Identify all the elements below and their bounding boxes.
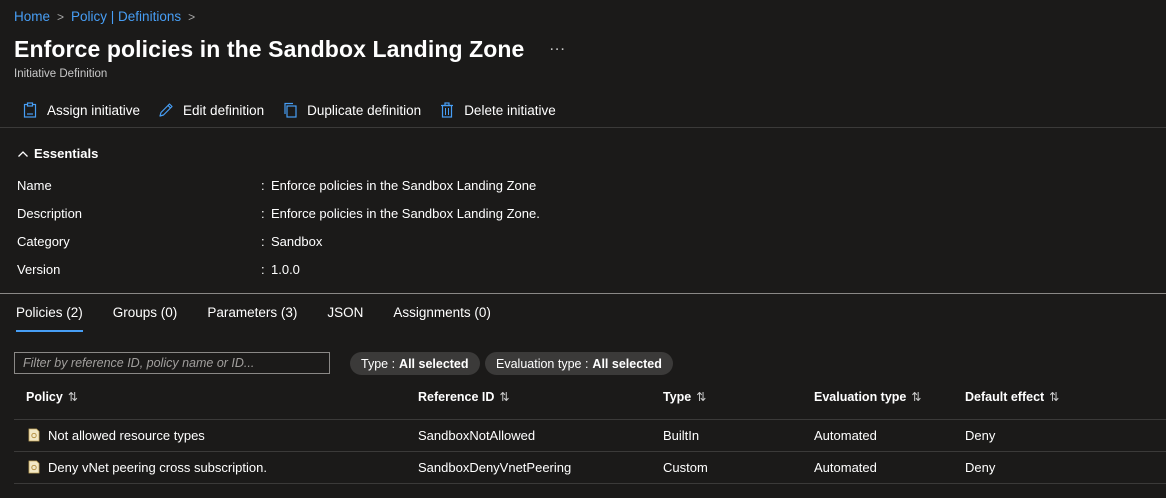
tab-bar: Policies (2) Groups (0) Parameters (3) J… [16, 305, 521, 332]
breadcrumb-separator-icon: > [188, 9, 196, 24]
column-header-label: Type [663, 390, 692, 404]
essentials-value: Enforce policies in the Sandbox Landing … [271, 206, 540, 221]
policy-link[interactable]: Not allowed resource types [48, 428, 205, 443]
evaluation-type-filter-value: All selected [592, 356, 662, 371]
essentials-value: 1.0.0 [271, 262, 300, 277]
breadcrumb-home-link[interactable]: Home [14, 9, 50, 24]
column-header-label: Policy [26, 390, 63, 404]
tab-assignments[interactable]: Assignments (0) [393, 305, 491, 331]
tab-parameters[interactable]: Parameters (3) [207, 305, 297, 331]
evaluation-type-filter-pill[interactable]: Evaluation type : All selected [485, 352, 673, 375]
default-effect-cell: Deny [965, 428, 996, 443]
essentials-label: Category [17, 234, 70, 249]
column-header-type[interactable]: Type ⇅ [663, 390, 706, 404]
clipboard-icon [21, 101, 39, 119]
sort-icon: ⇅ [911, 390, 922, 404]
tab-policies[interactable]: Policies (2) [16, 305, 83, 332]
sort-icon: ⇅ [67, 390, 78, 404]
column-header-policy[interactable]: Policy ⇅ [26, 390, 78, 404]
default-effect-cell: Deny [965, 460, 996, 475]
breadcrumb-separator-icon: > [57, 9, 65, 24]
trash-icon [438, 101, 456, 119]
evaluation-type-cell: Automated [814, 428, 877, 443]
reference-id-cell: SandboxDenyVnetPeering [418, 460, 572, 475]
essentials-colon: : [261, 178, 265, 193]
essentials-title: Essentials [34, 146, 99, 161]
pencil-icon [157, 101, 175, 119]
essentials-toggle[interactable]: Essentials [17, 146, 98, 161]
essentials-colon: : [261, 234, 265, 249]
copy-icon [281, 101, 299, 119]
evaluation-type-cell: Automated [814, 460, 877, 475]
essentials-colon: : [261, 262, 265, 277]
tab-json[interactable]: JSON [327, 305, 363, 331]
sort-icon: ⇅ [1049, 390, 1060, 404]
column-header-label: Reference ID [418, 390, 495, 404]
type-cell: Custom [663, 460, 708, 475]
type-filter-value: All selected [399, 356, 469, 371]
essentials-label: Description [17, 206, 83, 221]
duplicate-definition-button[interactable]: Duplicate definition [281, 101, 421, 119]
page-title: Enforce policies in the Sandbox Landing … [14, 36, 525, 62]
essentials-value: Sandbox [271, 234, 323, 249]
type-cell: BuiltIn [663, 428, 700, 443]
title-row: Enforce policies in the Sandbox Landing … [14, 36, 566, 63]
edit-definition-button[interactable]: Edit definition [157, 101, 264, 119]
table-header-divider [14, 419, 1166, 420]
evaluation-type-filter-prefix: Evaluation type : [496, 356, 589, 371]
essentials-label: Version [17, 262, 61, 277]
essentials-row-name: Name : Enforce policies in the Sandbox L… [17, 178, 536, 193]
column-header-label: Evaluation type [814, 390, 907, 404]
assign-initiative-button[interactable]: Assign initiative [21, 101, 140, 119]
breadcrumb-policy-definitions-link[interactable]: Policy | Definitions [71, 9, 181, 24]
edit-definition-label: Edit definition [183, 102, 265, 118]
tab-groups[interactable]: Groups (0) [113, 305, 178, 331]
more-options-button[interactable]: ... [549, 37, 565, 55]
column-header-default-effect[interactable]: Default effect ⇅ [965, 390, 1059, 404]
command-bar: Assign initiative Edit definition Duplic… [21, 99, 573, 121]
breadcrumb: Home > Policy | Definitions > [14, 9, 202, 24]
duplicate-definition-label: Duplicate definition [307, 102, 422, 118]
essentials-label: Name [17, 178, 52, 193]
filter-search-input[interactable] [14, 352, 330, 374]
reference-id-cell: SandboxNotAllowed [418, 428, 536, 443]
delete-initiative-label: Delete initiative [464, 102, 556, 118]
chevron-up-icon [18, 150, 28, 157]
essentials-colon: : [261, 206, 265, 221]
type-filter-pill[interactable]: Type : All selected [350, 352, 480, 375]
essentials-divider [0, 293, 1166, 294]
toolbar-divider [0, 127, 1166, 128]
table-row-divider [14, 483, 1166, 484]
essentials-row-version: Version : 1.0.0 [17, 262, 300, 277]
sort-icon: ⇅ [499, 390, 510, 404]
essentials-row-description: Description : Enforce policies in the Sa… [17, 206, 540, 221]
column-header-label: Default effect [965, 390, 1045, 404]
policy-link[interactable]: Deny vNet peering cross subscription. [48, 460, 267, 475]
policy-document-icon [28, 428, 40, 442]
column-header-evaluation-type[interactable]: Evaluation type ⇅ [814, 390, 921, 404]
essentials-value: Enforce policies in the Sandbox Landing … [271, 178, 537, 193]
table-row-divider [14, 451, 1166, 452]
essentials-row-category: Category : Sandbox [17, 234, 322, 249]
assign-initiative-label: Assign initiative [47, 102, 141, 118]
page-subtitle: Initiative Definition [14, 68, 108, 80]
type-filter-prefix: Type : [361, 356, 396, 371]
delete-initiative-button[interactable]: Delete initiative [438, 101, 556, 119]
sort-icon: ⇅ [696, 390, 707, 404]
column-header-reference-id[interactable]: Reference ID ⇅ [418, 390, 510, 404]
policy-document-icon [28, 460, 40, 474]
